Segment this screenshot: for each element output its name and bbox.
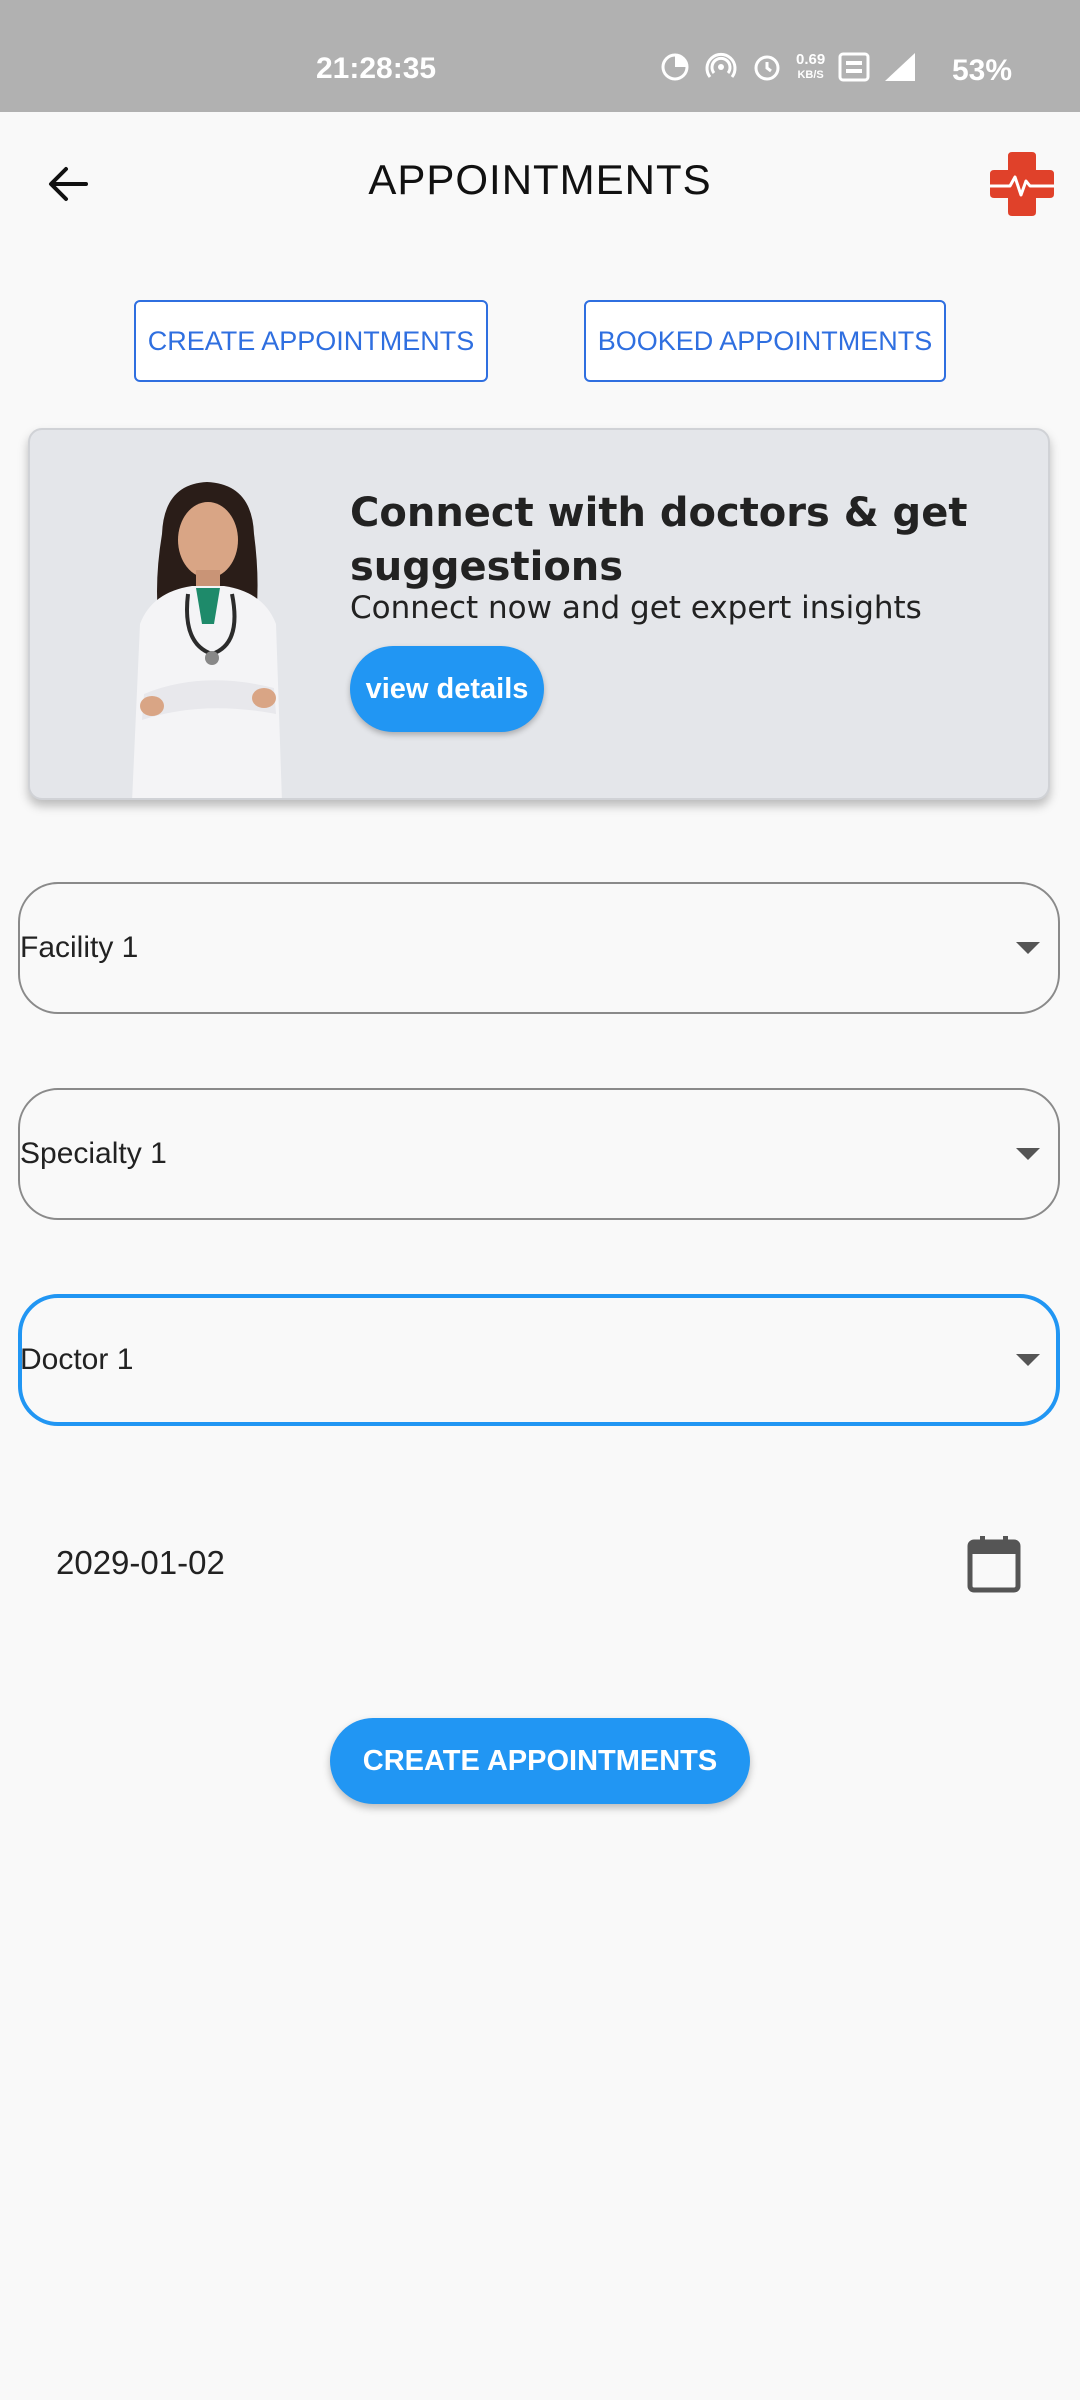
doctor-illustration: [92, 474, 322, 798]
data-saver-icon: [658, 50, 692, 84]
network-speed-unit: KB/S: [797, 68, 824, 81]
date-picker-row[interactable]: 2029-01-02: [0, 1520, 1080, 1610]
chevron-down-icon: [1016, 942, 1040, 954]
doctor-dropdown[interactable]: Doctor 1: [18, 1294, 1060, 1426]
create-appointments-button[interactable]: CREATE APPOINTMENTS: [330, 1718, 750, 1804]
specialty-value: Specialty 1: [20, 1137, 167, 1170]
facility-dropdown[interactable]: Facility 1: [18, 882, 1060, 1014]
network-speed-value: 0.69: [796, 50, 826, 68]
view-details-button[interactable]: view details: [350, 646, 544, 732]
network-speed: 0.69 KB/S: [796, 50, 826, 82]
volte-icon: [837, 50, 871, 84]
banner-title: Connect with doctors & get suggestions: [350, 490, 968, 590]
alarm-icon: [750, 50, 784, 84]
app-bar: APPOINTMENTS: [0, 112, 1080, 248]
specialty-dropdown[interactable]: Specialty 1: [18, 1088, 1060, 1220]
date-value: 2029-01-02: [56, 1544, 225, 1581]
chevron-down-icon: [1016, 1354, 1040, 1366]
chevron-down-icon: [1016, 1148, 1040, 1160]
calendar-icon[interactable]: [966, 1534, 1022, 1594]
medical-cross-logo-icon: [986, 148, 1058, 220]
status-time: 21:28:35: [316, 52, 437, 85]
page-title: APPOINTMENTS: [368, 156, 712, 203]
status-bar: 21:28:35 0.69 KB/S 53%: [0, 0, 1080, 112]
create-appointments-tab[interactable]: CREATE APPOINTMENTS: [134, 300, 488, 382]
battery-level: 53%: [952, 54, 1013, 87]
banner-subtitle: Connect now and get expert insights: [350, 590, 922, 626]
signal-4g-icon: [883, 50, 917, 84]
status-icons: 0.69 KB/S: [658, 50, 917, 84]
booked-appointments-tab[interactable]: BOOKED APPOINTMENTS: [584, 300, 946, 382]
doctor-promo-banner: Connect with doctors & get suggestions C…: [28, 428, 1050, 800]
hotspot-icon: [704, 50, 738, 84]
doctor-value: Doctor 1: [20, 1343, 134, 1376]
facility-value: Facility 1: [20, 931, 139, 964]
